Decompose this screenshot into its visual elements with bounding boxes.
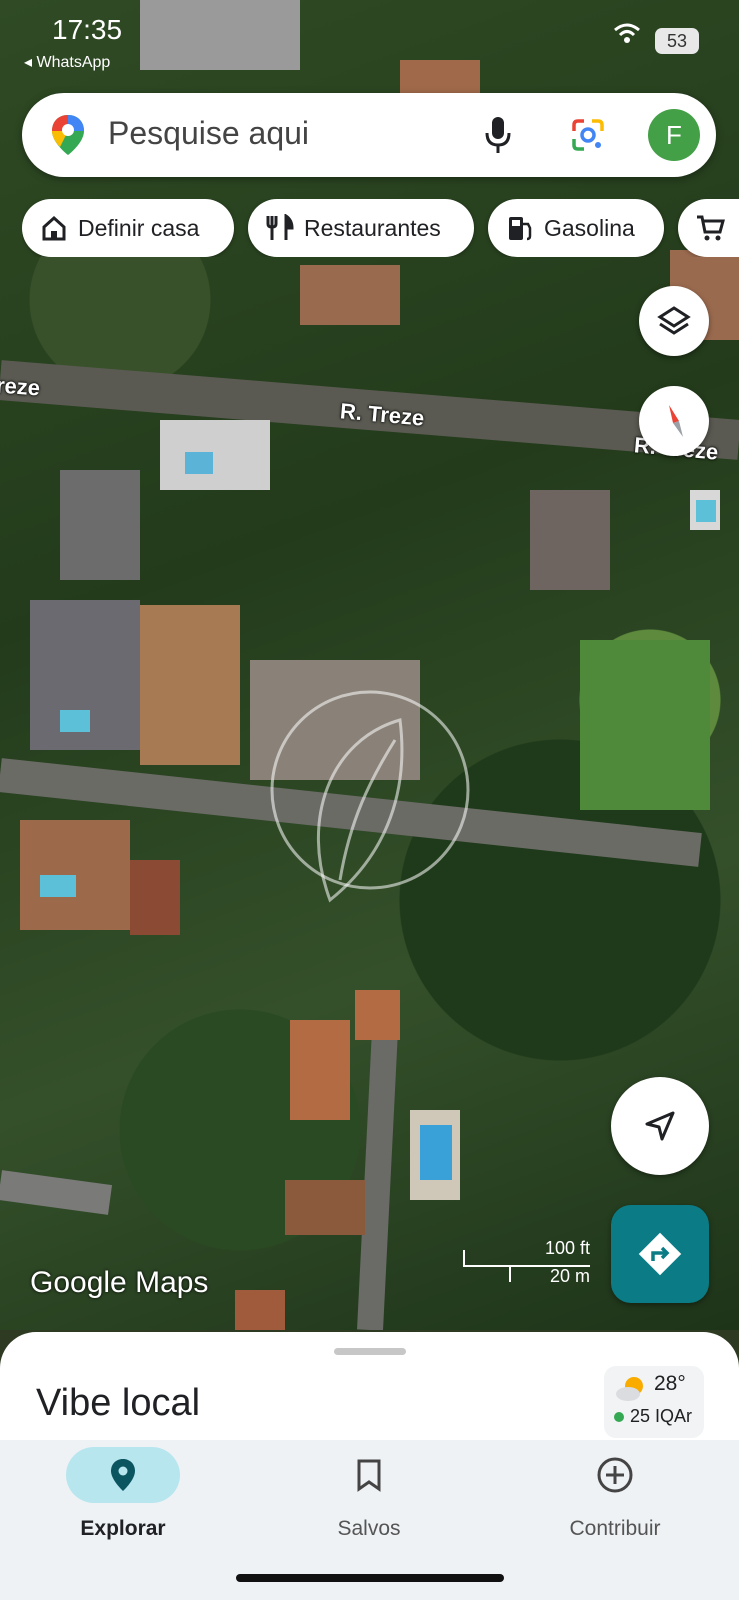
google-maps-pin-icon bbox=[52, 115, 84, 155]
air-quality-index: 25 IQAr bbox=[630, 1406, 693, 1426]
microphone-icon[interactable] bbox=[484, 115, 512, 155]
map-scale: 100 ft 20 m bbox=[462, 1238, 600, 1288]
scale-feet: 100 ft bbox=[544, 1238, 590, 1258]
nav-label: Contribuir bbox=[569, 1517, 661, 1540]
layers-button[interactable] bbox=[639, 286, 709, 356]
my-location-button[interactable] bbox=[611, 1077, 709, 1175]
compass-button[interactable] bbox=[639, 386, 709, 456]
chip-restaurants[interactable]: Restaurantes bbox=[248, 199, 474, 257]
weather-widget[interactable]: 28° 25 IQAr bbox=[604, 1366, 704, 1438]
layers-icon bbox=[657, 306, 691, 335]
home-icon bbox=[42, 215, 66, 241]
search-input[interactable]: Pesquise aqui bbox=[108, 115, 309, 152]
location-pin-icon bbox=[111, 1459, 135, 1491]
chip-label: Restaurantes bbox=[304, 214, 441, 241]
nav-label: Salvos bbox=[337, 1517, 401, 1540]
directions-icon bbox=[638, 1232, 682, 1276]
category-chips: Definir casa Restaurantes Gasolina bbox=[22, 199, 739, 257]
air-quality-dot bbox=[614, 1412, 624, 1422]
scale-meters: 20 m bbox=[549, 1266, 590, 1286]
nav-label: Explorar bbox=[80, 1517, 166, 1540]
chip-set-home[interactable]: Definir casa bbox=[22, 199, 234, 257]
chip-shopping[interactable] bbox=[678, 199, 739, 257]
status-time: 17:35 bbox=[52, 14, 123, 45]
restaurant-icon bbox=[266, 214, 294, 240]
google-maps-logo: Google Maps bbox=[30, 1266, 209, 1299]
chip-gas[interactable]: Gasolina bbox=[488, 199, 664, 257]
weather-temperature: 28° bbox=[654, 1372, 686, 1395]
chip-label: Definir casa bbox=[78, 214, 200, 241]
wifi-icon bbox=[614, 23, 640, 43]
bookmark-icon bbox=[357, 1459, 381, 1492]
status-bar: 17:35 ◂ WhatsApp 53 bbox=[0, 10, 739, 71]
directions-button[interactable] bbox=[611, 1205, 709, 1303]
sheet-title: Vibe local bbox=[36, 1382, 201, 1424]
battery-indicator: 53 bbox=[655, 28, 699, 54]
back-to-app-link[interactable]: ◂ WhatsApp bbox=[24, 52, 110, 72]
explore-sheet[interactable]: Vibe local 28° 25 IQAr bbox=[0, 1332, 739, 1440]
search-bar[interactable]: Pesquise aqui F bbox=[22, 93, 716, 177]
street-label: reze bbox=[0, 372, 41, 401]
nav-explore[interactable]: Explorar bbox=[0, 1440, 246, 1541]
gas-station-icon bbox=[509, 217, 532, 241]
chip-label: Gasolina bbox=[544, 214, 635, 241]
nav-saved[interactable]: Salvos bbox=[246, 1440, 492, 1541]
add-circle-icon bbox=[597, 1457, 633, 1493]
sheet-drag-handle[interactable] bbox=[334, 1348, 406, 1355]
compass-icon bbox=[669, 405, 683, 437]
profile-avatar[interactable]: F bbox=[648, 109, 700, 161]
nav-contribute[interactable]: Contribuir bbox=[492, 1440, 738, 1541]
partly-cloudy-icon bbox=[616, 1377, 643, 1401]
home-indicator[interactable] bbox=[236, 1574, 504, 1582]
navigation-arrow-icon bbox=[645, 1111, 675, 1141]
shopping-cart-icon bbox=[697, 215, 725, 241]
google-lens-icon[interactable] bbox=[570, 117, 606, 153]
